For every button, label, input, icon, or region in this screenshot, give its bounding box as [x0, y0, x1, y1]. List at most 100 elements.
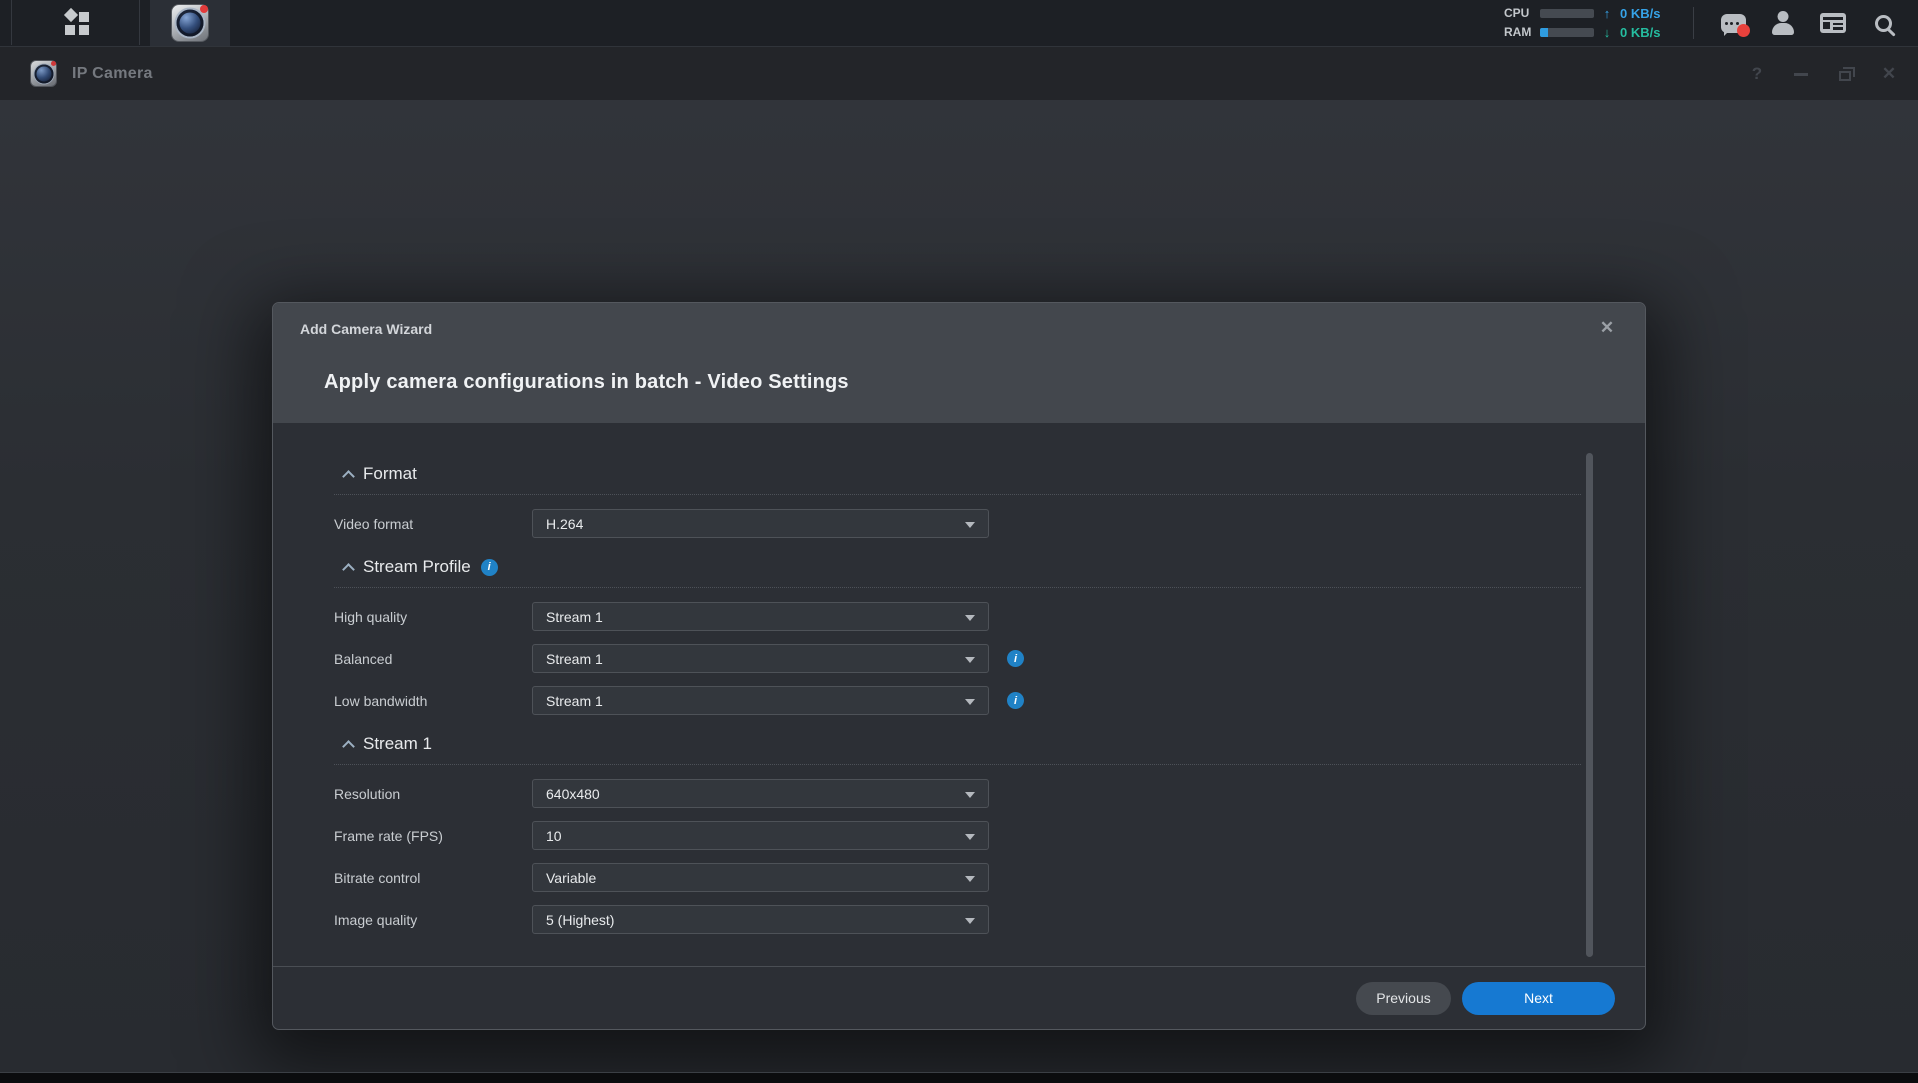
- section-divider: [334, 587, 1581, 588]
- maximize-icon: [1839, 71, 1851, 81]
- field-frame-rate: Frame rate (FPS) 10: [334, 821, 1581, 850]
- desktop: CPU ↑ 0 KB/s RAM ↓ 0 KB/s: [0, 0, 1918, 1083]
- high-quality-select[interactable]: Stream 1: [532, 602, 989, 631]
- field-label: Image quality: [334, 912, 532, 928]
- dialog-body: Format Video format H.264: [273, 423, 1645, 966]
- field-label: Frame rate (FPS): [334, 828, 532, 844]
- window-controls: ? ✕: [1744, 47, 1902, 101]
- ram-row: RAM ↓ 0 KB/s: [1504, 24, 1660, 40]
- taskbar-divider: [1693, 7, 1694, 39]
- cpu-label: CPU: [1504, 6, 1540, 20]
- section-stream-1: Stream 1 Resolution 640x480 Frame rate (…: [334, 731, 1581, 934]
- balanced-select[interactable]: Stream 1: [532, 644, 989, 673]
- ip-camera-app-icon: [171, 4, 209, 42]
- chevron-down-icon: [965, 657, 975, 663]
- field-resolution: Resolution 640x480: [334, 779, 1581, 808]
- search-button[interactable]: [1868, 8, 1898, 38]
- chat-icon: [1721, 14, 1746, 33]
- taskbar: CPU ↑ 0 KB/s RAM ↓ 0 KB/s: [0, 0, 1918, 46]
- window-close-button[interactable]: ✕: [1876, 61, 1902, 87]
- section-format: Format Video format H.264: [334, 461, 1581, 538]
- notification-badge: [1737, 24, 1750, 37]
- image-quality-select[interactable]: 5 (Highest): [532, 905, 989, 934]
- ram-usage-bar: [1540, 28, 1594, 37]
- field-bitrate-control: Bitrate control Variable: [334, 863, 1581, 892]
- ram-label: RAM: [1504, 25, 1540, 39]
- selected-value: 640x480: [546, 786, 600, 802]
- section-format-header[interactable]: Format: [334, 461, 1581, 487]
- download-speed: 0 KB/s: [1620, 25, 1660, 40]
- section-title: Stream 1: [363, 734, 432, 754]
- user-menu-button[interactable]: [1768, 8, 1798, 38]
- bitrate-control-select[interactable]: Variable: [532, 863, 989, 892]
- field-low-bandwidth: Low bandwidth Stream 1 i: [334, 686, 1581, 715]
- dialog-close-button[interactable]: ✕: [1595, 316, 1619, 340]
- field-label: Bitrate control: [334, 870, 532, 886]
- info-icon[interactable]: i: [1007, 692, 1024, 709]
- video-format-select[interactable]: H.264: [532, 509, 989, 538]
- dialog-footer: Previous Next: [273, 966, 1645, 1029]
- screen-bottom-strip: [0, 1072, 1918, 1083]
- upload-speed: 0 KB/s: [1620, 6, 1660, 21]
- minimize-button[interactable]: [1788, 61, 1814, 87]
- low-bandwidth-select[interactable]: Stream 1: [532, 686, 989, 715]
- section-divider: [334, 494, 1581, 495]
- help-button[interactable]: ?: [1744, 61, 1770, 87]
- info-icon[interactable]: i: [481, 559, 498, 576]
- taskbar-tab-ip-camera[interactable]: [150, 0, 230, 46]
- user-icon: [1778, 11, 1789, 22]
- system-stats: CPU ↑ 0 KB/s RAM ↓ 0 KB/s: [1504, 5, 1660, 40]
- chevron-down-icon: [965, 522, 975, 528]
- field-label: Resolution: [334, 786, 532, 802]
- chevron-down-icon: [965, 699, 975, 705]
- section-stream-profile: Stream Profile i High quality Stream 1 B…: [334, 554, 1581, 715]
- field-label: High quality: [334, 609, 532, 625]
- field-label: Low bandwidth: [334, 693, 532, 709]
- dialog-title: Add Camera Wizard: [300, 321, 432, 337]
- selected-value: Stream 1: [546, 609, 603, 625]
- dialog-header: Add Camera Wizard ✕ Apply camera configu…: [273, 303, 1645, 423]
- section-divider: [334, 764, 1581, 765]
- selected-value: Stream 1: [546, 693, 603, 709]
- info-icon[interactable]: i: [1007, 650, 1024, 667]
- notifications-button[interactable]: [1718, 8, 1748, 38]
- main-menu-icon: [64, 10, 89, 35]
- main-menu-button[interactable]: [13, 0, 140, 45]
- chevron-down-icon: [965, 834, 975, 840]
- notification-dot: [200, 5, 208, 13]
- frame-rate-select[interactable]: 10: [532, 821, 989, 850]
- widgets-icon: [1820, 13, 1846, 33]
- search-icon: [1875, 15, 1892, 32]
- field-high-quality: High quality Stream 1: [334, 602, 1581, 631]
- next-button[interactable]: Next: [1462, 982, 1615, 1015]
- section-stream-profile-header[interactable]: Stream Profile i: [334, 554, 1581, 580]
- selected-value: Stream 1: [546, 651, 603, 667]
- section-title: Stream Profile: [363, 557, 471, 577]
- chevron-down-icon: [965, 918, 975, 924]
- window-camera-icon: [30, 60, 57, 87]
- taskbar-edge: [0, 0, 12, 45]
- cpu-row: CPU ↑ 0 KB/s: [1504, 5, 1660, 21]
- field-label: Balanced: [334, 651, 532, 667]
- widgets-button[interactable]: [1818, 8, 1848, 38]
- taskbar-right-icons: [1718, 0, 1898, 46]
- download-arrow-icon: ↓: [1594, 25, 1620, 40]
- add-camera-wizard-dialog: Add Camera Wizard ✕ Apply camera configu…: [272, 302, 1646, 1030]
- maximize-button[interactable]: [1832, 61, 1858, 87]
- window-title: IP Camera: [72, 47, 153, 101]
- selected-value: Variable: [546, 870, 596, 886]
- field-video-format: Video format H.264: [334, 509, 1581, 538]
- field-label: Video format: [334, 516, 532, 532]
- selected-value: H.264: [546, 516, 583, 532]
- dialog-scrollbar[interactable]: [1586, 453, 1593, 957]
- previous-button[interactable]: Previous: [1356, 982, 1451, 1015]
- chevron-up-icon: [343, 562, 354, 573]
- chevron-down-icon: [965, 792, 975, 798]
- chevron-up-icon: [343, 739, 354, 750]
- minimize-icon: [1794, 73, 1808, 76]
- section-stream-1-header[interactable]: Stream 1: [334, 731, 1581, 757]
- resolution-select[interactable]: 640x480: [532, 779, 989, 808]
- selected-value: 10: [546, 828, 562, 844]
- field-image-quality: Image quality 5 (Highest): [334, 905, 1581, 934]
- field-balanced: Balanced Stream 1 i: [334, 644, 1581, 673]
